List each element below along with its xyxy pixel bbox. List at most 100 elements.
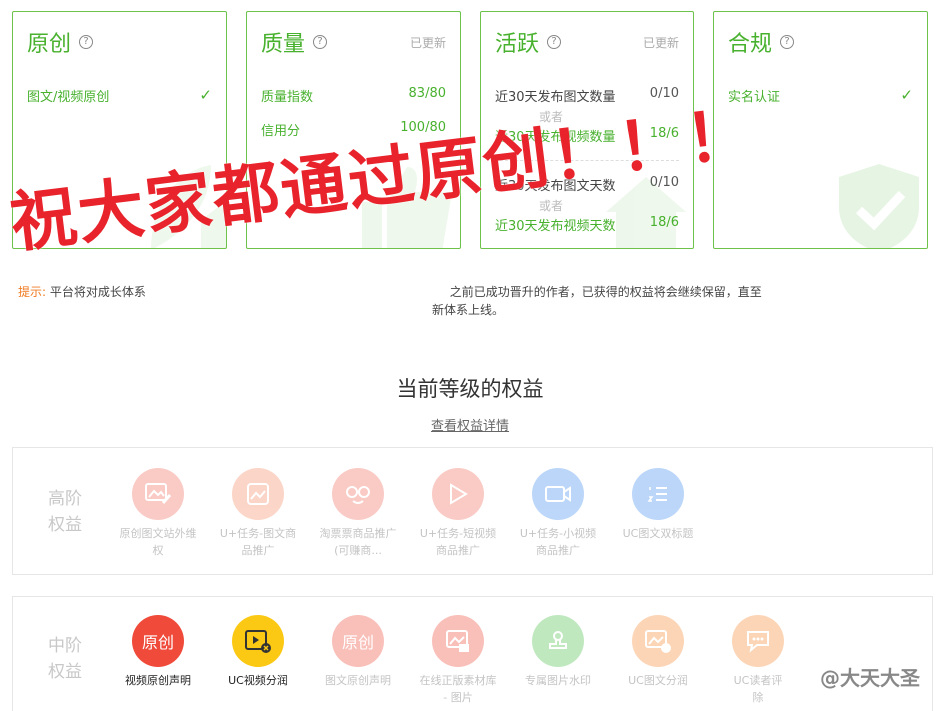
right-item-name: UC图文双标题 — [608, 525, 708, 542]
level-line: 高阶 — [48, 489, 82, 509]
check-icon: ✓ — [199, 86, 212, 104]
card-activity-header: 活跃 ? — [495, 26, 562, 58]
right-item-name: 在线正版素材库 - 图片 — [408, 672, 508, 706]
name-line: 商品推广 — [536, 544, 580, 557]
level-line: 权益 — [48, 515, 82, 535]
right-item[interactable]: 原创图文站外维 权 — [108, 468, 208, 559]
right-item-name: 原创图文站外维 权 — [108, 525, 208, 559]
right-item-name: 视频原创声明 — [108, 672, 208, 689]
help-icon[interactable]: ? — [79, 35, 94, 49]
right-item[interactable]: 专属图片水印 — [508, 615, 608, 689]
card-original-header: 原创 ? — [27, 26, 94, 58]
name-line: 淘票票商品推广 — [319, 527, 397, 540]
help-icon[interactable]: ? — [780, 35, 795, 49]
right-item[interactable]: U+任务-图文商 品推广 — [208, 468, 308, 559]
name-line: 视频原创声明 — [125, 674, 191, 687]
section-title: 当前等级的权益 — [396, 377, 544, 401]
card-original-title: 原创 — [27, 32, 72, 57]
right-item[interactable]: 淘票票商品推广 (可赚商... — [308, 468, 408, 559]
card-activity-title: 活跃 — [495, 32, 540, 57]
hint-text: 提示: 平台将对成长体系 之前已成功晋升的作者，已获得的权益将会继续保留，直至 … — [18, 283, 930, 317]
mid-rights-panel: 中阶 权益 原创 视频原创声明 UC视频分润 原创 图文原创声明 在线正版素材库… — [12, 596, 933, 711]
glasses-face-icon — [332, 468, 384, 520]
right-item[interactable]: U+任务-小视频 商品推广 — [508, 468, 608, 559]
right-item-video-original[interactable]: 原创 视频原创声明 — [108, 615, 208, 689]
image-share-icon — [632, 615, 684, 667]
hint-line2: 新体系上线。 — [432, 303, 505, 317]
author-watermark: @大天大圣 — [820, 666, 920, 690]
card-compliance-header: 合规 ? — [728, 26, 795, 58]
name-line: 商品推广 — [436, 544, 480, 557]
shield-check-icon — [839, 164, 919, 248]
right-item-uc-video-share[interactable]: UC视频分润 — [208, 615, 308, 689]
name-line: 图文原创声明 — [325, 674, 391, 687]
name-line: - 图片 — [443, 691, 473, 704]
right-item[interactable]: 原创 图文原创声明 — [308, 615, 408, 689]
card-compliance-title: 合规 — [728, 32, 773, 57]
card-original-row: 图文/视频原创 ✓ — [27, 86, 212, 105]
name-line: U+任务-短视频 — [419, 527, 497, 540]
high-rights-level: 高阶 权益 — [45, 486, 85, 538]
name-line: 品推广 — [241, 544, 275, 557]
right-item[interactable]: UC图文双标题 — [608, 468, 708, 542]
right-item-name: U+任务-小视频 商品推广 — [508, 525, 608, 559]
name-line: 权 — [152, 544, 164, 557]
card-quality-title: 质量 — [261, 32, 306, 57]
badge-text: 原创 — [141, 633, 174, 652]
card-quality-header: 质量 ? — [261, 26, 328, 58]
right-item-name: UC读者评 除 — [708, 672, 808, 706]
play-icon — [432, 468, 484, 520]
right-item[interactable]: U+任务-短视频 商品推广 — [408, 468, 508, 559]
card-compliance-row: 实名认证 ✓ — [728, 86, 913, 105]
original-badge-icon: 原创 — [332, 615, 384, 667]
name-line: UC读者评 — [733, 674, 783, 687]
name-line: (可赚商... — [334, 544, 382, 557]
hint-body-tail: 之前已成功晋升的作者，已获得的权益将会继续保留，直至 — [449, 285, 762, 299]
name-line: U+任务-小视频 — [519, 527, 597, 540]
help-icon[interactable]: ? — [313, 35, 328, 49]
name-line: U+任务-图文商 — [219, 527, 297, 540]
right-item-name: U+任务-短视频 商品推广 — [408, 525, 508, 559]
level-line: 中阶 — [48, 636, 82, 656]
right-item-name: 图文原创声明 — [308, 672, 408, 689]
right-item[interactable]: UC图文分润 — [608, 615, 708, 689]
video-share-icon — [232, 615, 284, 667]
video-camera-icon — [532, 468, 584, 520]
image-edit-icon — [132, 468, 184, 520]
name-line: 原创图文站外维 — [119, 527, 197, 540]
right-item-name: UC视频分润 — [208, 672, 308, 689]
comment-icon — [732, 615, 784, 667]
right-item[interactable]: 在线正版素材库 - 图片 — [408, 615, 508, 706]
name-line: 在线正版素材库 — [419, 674, 497, 687]
original-badge-icon: 原创 — [132, 615, 184, 667]
row-label: 近30天发布视频天数 — [495, 219, 616, 234]
right-item-name: 专属图片水印 — [508, 672, 608, 689]
right-item[interactable]: UC读者评 除 — [708, 615, 808, 706]
stamp-icon — [532, 615, 584, 667]
name-line: UC图文双标题 — [622, 527, 694, 540]
high-rights-panel: 高阶 权益 原创图文站外维 权 U+任务-图文商 品推广 淘票票商品推广 (可赚… — [12, 447, 933, 575]
row-value: 83/80 — [408, 86, 446, 101]
updated-label: 已更新 — [409, 36, 446, 50]
help-icon[interactable]: ? — [547, 35, 562, 49]
right-item-name: UC图文分润 — [608, 672, 708, 689]
image-library-icon — [432, 615, 484, 667]
right-item-name: U+任务-图文商 品推广 — [208, 525, 308, 559]
name-line: 除 — [752, 691, 764, 704]
list-icon — [632, 468, 684, 520]
rights-detail-link[interactable]: 查看权益详情 — [0, 415, 940, 434]
image-icon — [232, 468, 284, 520]
updated-label: 已更新 — [642, 36, 679, 50]
hint-label: 提示: — [18, 285, 47, 299]
name-line: UC图文分润 — [628, 674, 688, 687]
row-label: 质量指数 — [261, 90, 314, 105]
right-item-name: 淘票票商品推广 (可赚商... — [308, 525, 408, 559]
name-line: UC视频分润 — [228, 674, 288, 687]
check-icon: ✓ — [900, 86, 913, 104]
badge-text: 原创 — [341, 633, 374, 652]
row-label: 图文/视频原创 — [27, 90, 110, 105]
name-line: 专属图片水印 — [525, 674, 591, 687]
mid-rights-level: 中阶 权益 — [45, 633, 85, 685]
page-root: 原创 ? 图文/视频原创 ✓ 质量 ? 已更新 质量指数 83/80 信用分 1… — [0, 0, 940, 711]
quality-row-index: 质量指数 83/80 — [261, 86, 446, 105]
